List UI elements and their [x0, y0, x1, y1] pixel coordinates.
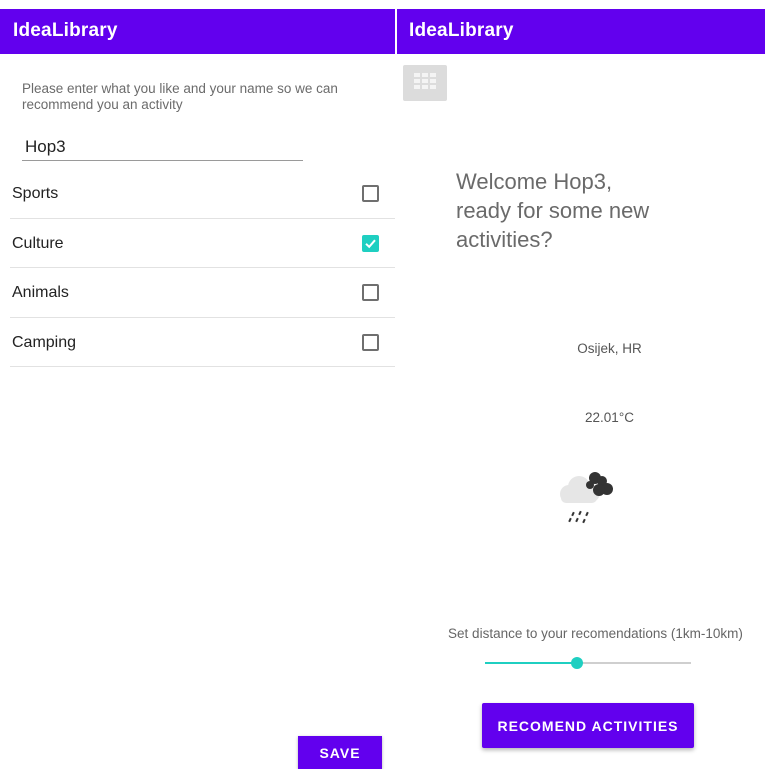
category-row-animals[interactable]: Animals — [10, 268, 395, 318]
app-title: IdeaLibrary — [13, 20, 118, 41]
category-row-camping[interactable]: Camping — [10, 318, 395, 367]
recommend-activities-button[interactable]: RECOMEND ACTIVITIES — [482, 703, 694, 748]
sports-checkbox[interactable] — [362, 185, 379, 202]
category-list: Sports Culture Animals Camping — [10, 169, 395, 367]
app-bar: IdeaLibrary — [397, 9, 765, 54]
category-label: Animals — [12, 284, 69, 301]
welcome-heading: Welcome Hop3, ready for some new activit… — [456, 169, 650, 252]
culture-checkbox[interactable] — [362, 234, 379, 252]
category-row-culture[interactable]: Culture — [10, 219, 395, 268]
welcome-screen: IdeaLibrary Welcome Hop3, ready for some… — [397, 0, 772, 769]
category-label: Camping — [12, 333, 77, 351]
distance-slider[interactable] — [485, 654, 691, 672]
keypad-icon[interactable] — [403, 65, 447, 101]
camping-checkbox[interactable] — [362, 333, 379, 351]
location-text: Osijek, HR — [577, 341, 642, 356]
animals-checkbox[interactable] — [362, 284, 379, 301]
instructions-text: Please enter what you like and your name… — [22, 81, 338, 112]
slider-fill — [485, 662, 577, 664]
save-button[interactable]: SAVE — [298, 736, 382, 769]
temperature-text: 22.01°C — [585, 410, 634, 425]
category-label: Sports — [12, 185, 59, 202]
preferences-screen: IdeaLibrary Please enter what you like a… — [0, 0, 395, 769]
rain-cloud-icon — [555, 468, 619, 526]
name-input[interactable] — [22, 133, 303, 161]
slider-thumb[interactable] — [570, 657, 583, 669]
category-label: Culture — [12, 234, 64, 252]
app-title: IdeaLibrary — [409, 20, 514, 41]
category-row-sports[interactable]: Sports — [10, 169, 395, 219]
app-bar: IdeaLibrary — [0, 9, 395, 54]
distance-label: Set distance to your recomendations (1km… — [448, 626, 743, 641]
